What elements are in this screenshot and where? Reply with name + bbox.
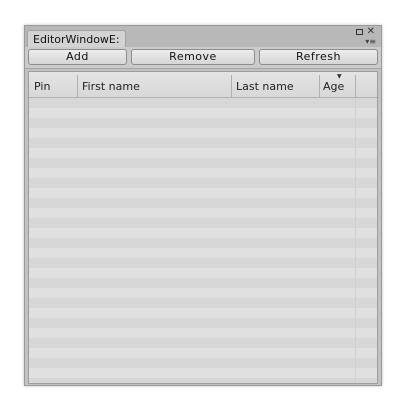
column-divider[interactable] <box>77 75 78 97</box>
table-row-empty <box>29 148 377 158</box>
maximize-icon[interactable] <box>356 29 363 35</box>
window-tab[interactable]: EditorWindowE: <box>27 30 126 47</box>
table-row-empty <box>29 198 377 208</box>
table-row-empty <box>29 358 377 368</box>
table-row-empty <box>29 268 377 278</box>
table-row-empty <box>29 158 377 168</box>
column-header-first-name[interactable]: First name <box>82 72 140 97</box>
table-row-empty <box>29 378 377 383</box>
column-divider[interactable] <box>355 75 356 97</box>
column-divider[interactable] <box>231 75 232 97</box>
table-row-empty <box>29 368 377 378</box>
table-row-empty <box>29 168 377 178</box>
table-row-empty <box>29 138 377 148</box>
table-row-empty <box>29 298 377 308</box>
refresh-button[interactable]: Refresh <box>259 49 378 65</box>
toolbar: Add Remove Refresh <box>25 47 381 69</box>
add-button[interactable]: Add <box>28 49 127 65</box>
table-row-empty <box>29 278 377 288</box>
table-row-empty <box>29 258 377 268</box>
table-row-empty <box>29 348 377 358</box>
table-row-empty <box>29 318 377 328</box>
table-row-empty <box>29 98 377 108</box>
column-divider[interactable] <box>319 75 320 97</box>
remove-button[interactable]: Remove <box>131 49 255 65</box>
close-icon[interactable]: ✕ <box>367 27 375 37</box>
column-divider <box>355 98 356 383</box>
tab-strip: EditorWindowE: ✕ ▾≡ <box>25 26 381 47</box>
table-row-empty <box>29 188 377 198</box>
sort-desc-icon: ▼ <box>337 73 342 80</box>
menu-icon[interactable]: ▾≡ <box>365 38 376 46</box>
table-row-empty <box>29 288 377 298</box>
table-row-empty <box>29 118 377 128</box>
table-row-empty <box>29 328 377 338</box>
table-row-empty <box>29 308 377 318</box>
data-table: Pin First name Last name Age ▼ <box>28 71 378 384</box>
table-body <box>29 98 377 383</box>
editor-window: EditorWindowE: ✕ ▾≡ Add Remove Refresh P… <box>24 25 382 386</box>
table-row-empty <box>29 338 377 348</box>
table-row-empty <box>29 108 377 118</box>
table-row-empty <box>29 208 377 218</box>
table-row-empty <box>29 238 377 248</box>
column-header-last-name[interactable]: Last name <box>236 72 294 97</box>
table-header: Pin First name Last name Age ▼ <box>29 72 377 98</box>
column-header-pin[interactable]: Pin <box>34 72 50 97</box>
table-row-empty <box>29 218 377 228</box>
table-row-empty <box>29 178 377 188</box>
table-row-empty <box>29 228 377 238</box>
table-row-empty <box>29 128 377 138</box>
table-row-empty <box>29 248 377 258</box>
